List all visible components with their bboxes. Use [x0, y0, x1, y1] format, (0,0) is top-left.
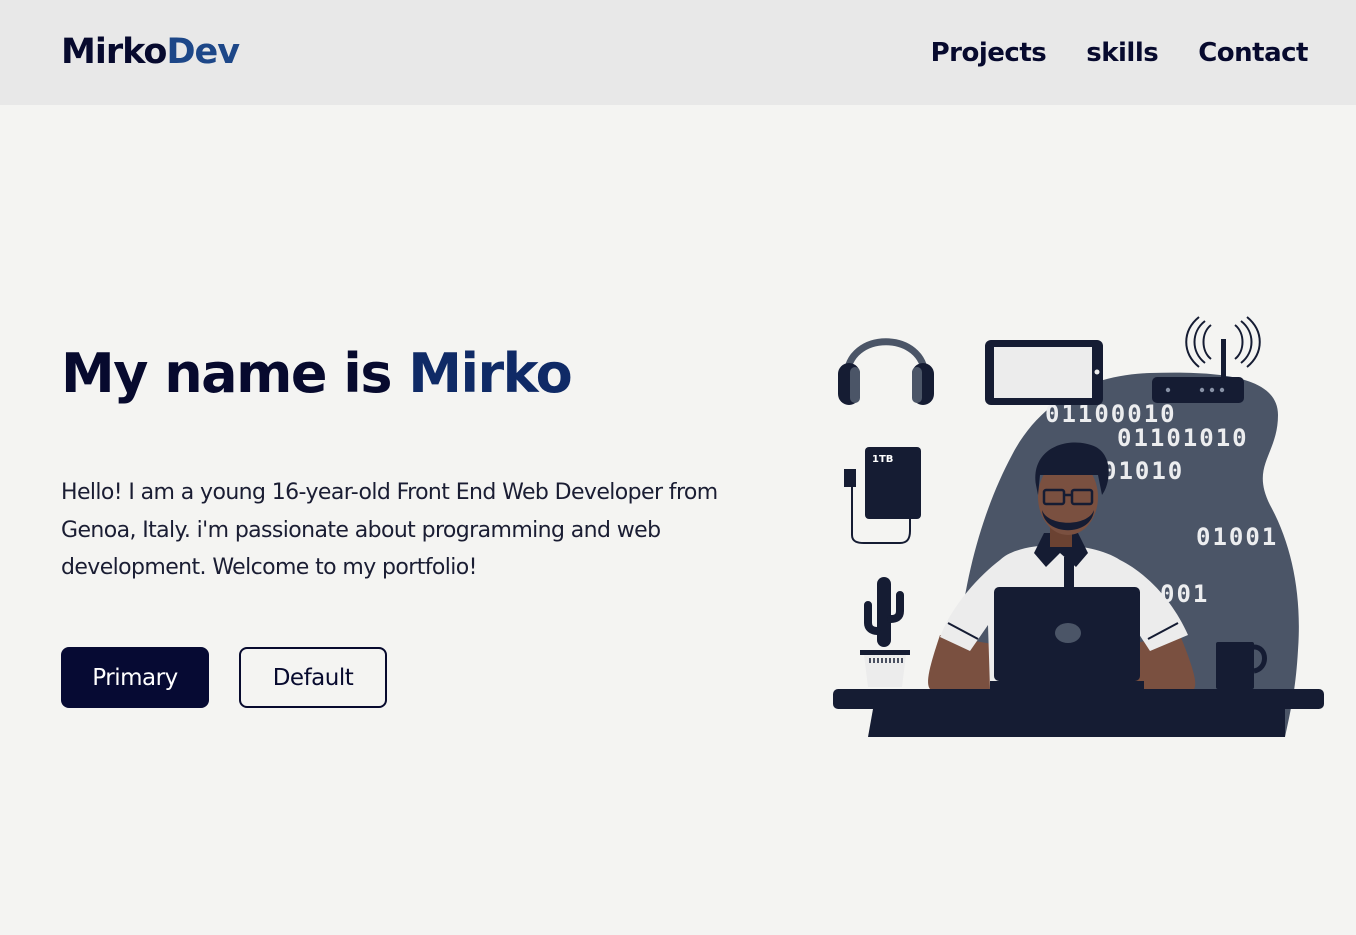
site-logo[interactable]: MirkoDev — [61, 30, 240, 74]
default-button[interactable]: Default — [239, 647, 387, 708]
logo-text: Mirko — [61, 32, 167, 72]
logo-accent-text: Dev — [166, 32, 240, 72]
headphones-icon — [838, 338, 934, 405]
desk-top — [833, 689, 1324, 709]
binary-line-2: 01101010 — [1117, 424, 1249, 452]
drive-label: 1TB — [872, 454, 893, 465]
hard-drive-icon: 1TB — [844, 447, 921, 544]
binary-line-4: 01001 — [1196, 523, 1278, 551]
cactus-icon — [860, 577, 910, 687]
hero-title: My name is Mirko — [61, 338, 573, 410]
primary-button[interactable]: Primary — [61, 647, 209, 708]
nav-link-projects[interactable]: Projects — [931, 36, 1047, 70]
main-nav: Projects skills Contact — [931, 36, 1309, 70]
hero-title-prefix: My name is — [61, 342, 392, 405]
navbar: MirkoDev Projects skills Contact — [0, 0, 1356, 105]
developer-illustration: 01100010 01101010 01010 01001 001 1TB — [833, 316, 1324, 737]
router-icon — [1152, 316, 1261, 403]
tablet-icon — [985, 340, 1103, 405]
desk-body — [868, 709, 1285, 737]
hero-intro-text: Hello! I am a young 16-year-old Front En… — [61, 480, 718, 580]
nav-link-skills[interactable]: skills — [1086, 36, 1158, 70]
binary-line-3: 01010 — [1102, 457, 1184, 485]
nav-link-contact[interactable]: Contact — [1198, 36, 1308, 70]
hero-title-name: Mirko — [408, 342, 572, 405]
